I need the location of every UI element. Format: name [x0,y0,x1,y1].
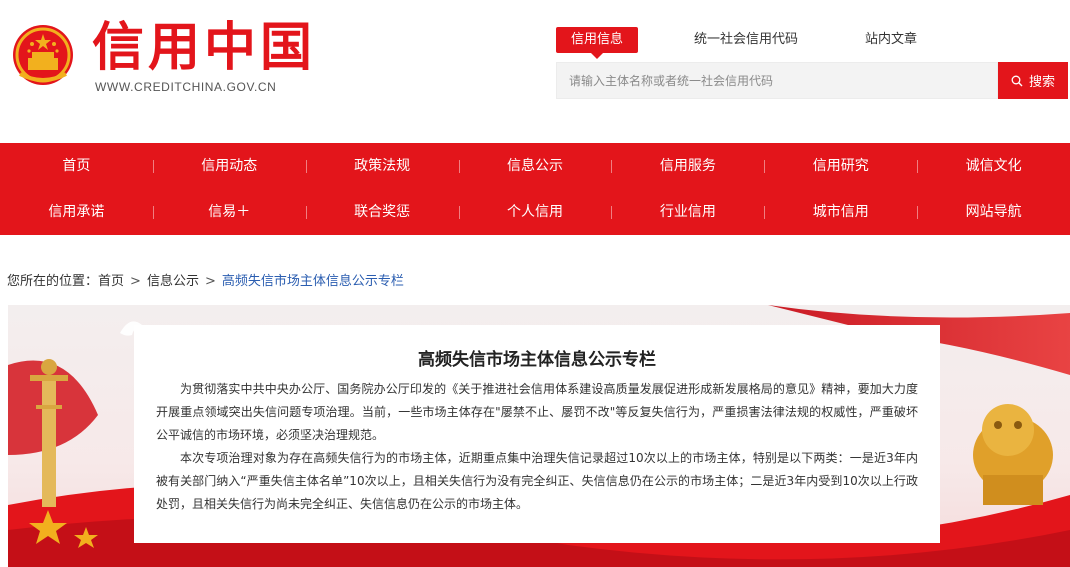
nav-item-integrity-culture[interactable]: 诚信文化 [917,143,1070,189]
golden-lion-icon [973,404,1053,505]
national-emblem-icon[interactable] [12,24,74,86]
nav-row-2: 信用承诺 信易＋ 联合奖惩 个人信用 行业信用 城市信用 网站导航 [0,189,1070,235]
search-tabs: 信用信息 统一社会信用代码 站内文章 [556,27,976,59]
tab-credit-info[interactable]: 信用信息 [556,27,638,59]
nav-item-credit-services[interactable]: 信用服务 [611,143,764,189]
breadcrumb: 您所在的位置：首页 > 信息公示 > 高频失信市场主体信息公示专栏 [7,270,404,289]
nav-item-city-credit[interactable]: 城市信用 [764,189,917,235]
site-logo-title[interactable]: 信用中国 [92,18,316,78]
nav-item-xinyi-plus[interactable]: 信易＋ [152,189,306,235]
breadcrumb-prefix: 您所在的位置： [7,274,99,289]
breadcrumb-separator: > [130,274,141,289]
main-nav: 首页 信用动态 政策法规 信息公示 信用服务 信用研究 诚信文化 信用承诺 信易… [0,143,1070,235]
breadcrumb-home[interactable]: 首页 [98,274,124,289]
nav-item-credit-news[interactable]: 信用动态 [152,143,306,189]
search-icon [1011,75,1023,86]
nav-item-credit-research[interactable]: 信用研究 [764,143,917,189]
tab-site-articles[interactable]: 站内文章 [856,27,926,53]
search-button[interactable]: 搜索 [998,62,1068,99]
nav-item-industry-credit[interactable]: 行业信用 [611,189,764,235]
breadcrumb-separator: > [204,274,216,289]
nav-item-credit-commitment[interactable]: 信用承诺 [0,189,153,235]
search-input[interactable] [557,63,997,98]
nav-row-1: 首页 信用动态 政策法规 信息公示 信用服务 信用研究 诚信文化 [0,143,1070,189]
tab-credit-code[interactable]: 统一社会信用代码 [686,27,806,53]
nav-item-joint-rewards[interactable]: 联合奖惩 [305,189,459,235]
nav-item-policies[interactable]: 政策法规 [305,143,459,189]
notice-title: 高频失信市场主体信息公示专栏 [418,350,656,370]
nav-item-home[interactable]: 首页 [0,143,153,189]
search-box [556,62,998,99]
breadcrumb-current[interactable]: 高频失信市场主体信息公示专栏 [222,274,404,289]
notice-paragraph-1: 为贯彻落实中共中央办公厅、国务院办公厅印发的《关于推进社会信用体系建设高质量发展… [156,382,918,442]
nav-item-disclosure[interactable]: 信息公示 [458,143,612,189]
search-button-label: 搜索 [1028,75,1055,90]
nav-item-personal-credit[interactable]: 个人信用 [458,189,612,235]
nav-item-site-navigation[interactable]: 网站导航 [917,189,1070,235]
notice-card: 高频失信市场主体信息公示专栏 为贯彻落实中共中央办公厅、国务院办公厅印发的《关于… [134,325,940,543]
notice-paragraph-2: 本次专项治理对象为存在高频失信行为的市场主体，近期重点集中治理失信记录超过10次… [156,451,918,511]
site-logo-url: WWW.CREDITCHINA.GOV.CN [95,80,277,94]
site-header: 信用中国 WWW.CREDITCHINA.GOV.CN 信用信息 统一社会信用代… [0,0,1070,143]
breadcrumb-disclosure[interactable]: 信息公示 [147,274,199,289]
